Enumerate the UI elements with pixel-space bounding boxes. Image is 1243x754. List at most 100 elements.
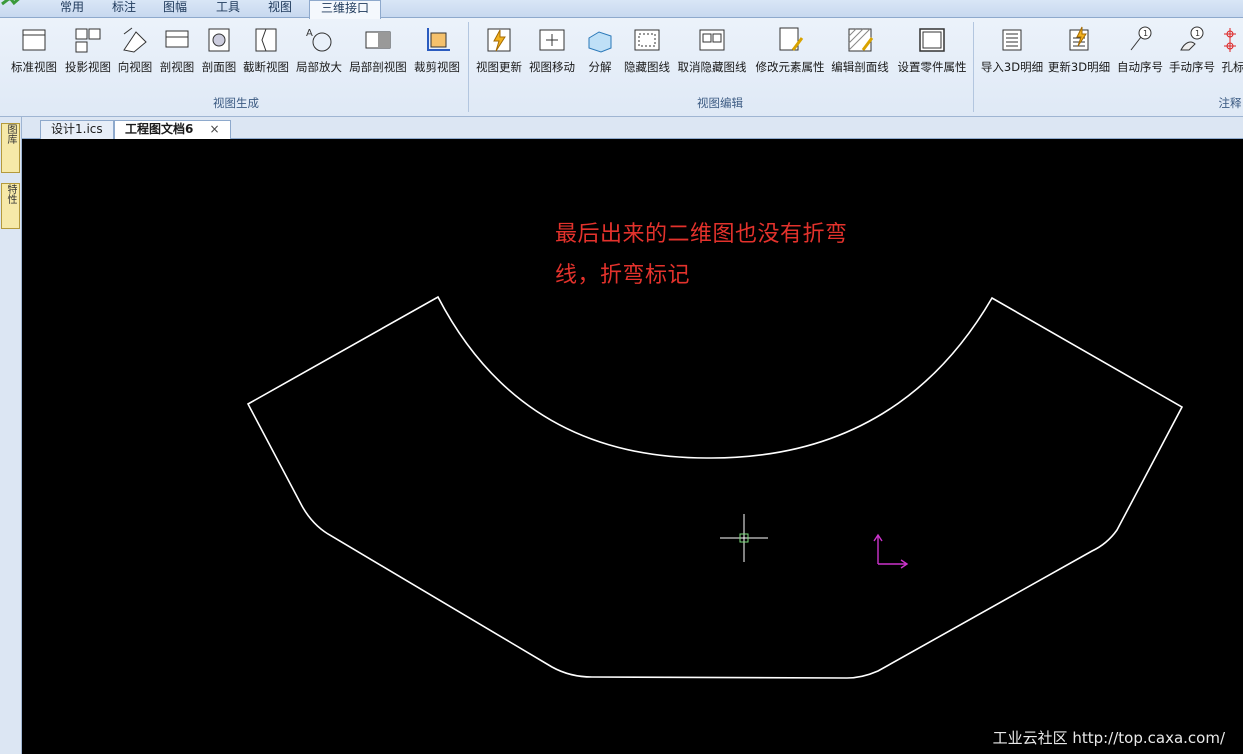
- edit-hatch-label: 编辑剖面线: [831, 60, 889, 74]
- ribbon: 常用 标注 图幅 工具 视图 三维接口 标准视图 投影视图 向视图 剖视图 剖面…: [0, 0, 1243, 117]
- section-view-icon: [165, 30, 189, 48]
- set-part-props-label: 设置零件属性: [897, 60, 967, 74]
- hole-callout-label: 孔标: [1221, 60, 1243, 74]
- group-title-view-edit: 视图编辑: [697, 96, 743, 110]
- hole-callout-icon: [1224, 28, 1236, 52]
- set-part-props-icon: [919, 28, 945, 52]
- group-separator: [468, 22, 469, 112]
- section-drawing-icon: [208, 28, 230, 52]
- explode-button[interactable]: 分解: [580, 24, 620, 80]
- ucs-axis-icon: [873, 533, 909, 569]
- svg-text:A: A: [306, 28, 313, 39]
- projection-view-label: 投影视图: [65, 60, 111, 74]
- annotation-line-2: 线，折弯标记: [555, 263, 691, 288]
- left-side-panel: 图库 特性: [0, 117, 22, 754]
- tab-common[interactable]: 常用: [50, 0, 94, 18]
- side-tab-library[interactable]: 图库: [1, 123, 20, 173]
- partial-section-label: 局部剖视图: [349, 60, 407, 74]
- view-move-button[interactable]: 视图移动: [526, 24, 578, 80]
- update-3d-bom-icon: [1069, 26, 1089, 51]
- tab-view[interactable]: 视图: [258, 0, 302, 18]
- edit-hatch-icon: [848, 28, 874, 52]
- tab-sheet[interactable]: 图幅: [153, 0, 197, 18]
- doc-tab-drawing6[interactable]: 工程图文档6 ×: [114, 120, 231, 140]
- modify-element-props-icon: [779, 27, 804, 51]
- broken-view-button[interactable]: 截断视图: [240, 24, 292, 80]
- hide-lines-label: 隐藏图线: [624, 60, 670, 74]
- tab-3d-interface[interactable]: 三维接口: [309, 0, 381, 19]
- direction-view-button[interactable]: 向视图: [114, 24, 156, 80]
- edit-hatch-button[interactable]: 编辑剖面线: [828, 24, 892, 80]
- update-3d-bom-button[interactable]: 更新3D明细: [1046, 24, 1112, 80]
- unhide-lines-icon: [699, 29, 725, 51]
- crop-view-icon: [427, 28, 450, 51]
- detail-zoom-button[interactable]: A 局部放大: [292, 24, 346, 80]
- view-update-icon: [487, 28, 511, 52]
- manual-balloon-button[interactable]: 1 手动序号: [1166, 24, 1218, 80]
- crosshair-cursor: [720, 514, 768, 562]
- section-drawing-label: 剖面图: [201, 60, 237, 74]
- group-title-annotation: 注释: [1218, 96, 1242, 110]
- side-tab-properties-label: 特性: [5, 184, 16, 204]
- crop-view-button[interactable]: 裁剪视图: [410, 24, 464, 80]
- standard-view-button[interactable]: 标准视图: [6, 24, 62, 80]
- hide-lines-icon: [634, 29, 660, 51]
- view-move-icon: [539, 29, 565, 51]
- side-tab-library-label: 图库: [5, 124, 16, 144]
- annotation-line-1: 最后出来的二维图也没有折弯: [555, 222, 848, 247]
- import-3d-bom-label: 导入3D明细: [980, 60, 1044, 74]
- update-3d-bom-label: 更新3D明细: [1047, 60, 1111, 74]
- unfolded-part-outline[interactable]: [246, 295, 1184, 679]
- explode-label: 分解: [588, 60, 612, 74]
- svg-text:1: 1: [1143, 29, 1148, 38]
- partial-section-button[interactable]: 局部剖视图: [346, 24, 410, 80]
- partial-section-icon: [365, 31, 391, 49]
- modify-element-props-button[interactable]: 修改元素属性: [752, 24, 828, 80]
- doc-tab-design1-label: 设计1.ics: [51, 122, 103, 136]
- drawing-canvas[interactable]: 最后出来的二维图也没有折弯 线，折弯标记 工业云社区 http://top.ca…: [22, 139, 1243, 754]
- group-separator: [973, 22, 974, 112]
- detail-zoom-icon: A: [306, 28, 332, 52]
- auto-balloon-button[interactable]: 1 自动序号: [1114, 24, 1166, 80]
- close-icon[interactable]: ×: [210, 121, 220, 138]
- detail-zoom-label: 局部放大: [296, 60, 342, 74]
- document-tabbar: 设计1.ics 工程图文档6 ×: [22, 117, 1243, 140]
- auto-balloon-label: 自动序号: [1117, 60, 1163, 74]
- doc-tab-drawing6-label: 工程图文档6: [125, 122, 194, 136]
- side-tab-properties[interactable]: 特性: [1, 183, 20, 229]
- direction-view-label: 向视图: [117, 60, 153, 74]
- view-update-button[interactable]: 视图更新: [472, 24, 526, 80]
- explode-icon: [588, 31, 612, 53]
- import-3d-bom-button[interactable]: 导入3D明细: [979, 24, 1045, 80]
- svg-text:1: 1: [1195, 29, 1200, 38]
- import-3d-bom-icon: [1002, 29, 1022, 51]
- unhide-lines-button[interactable]: 取消隐藏图线: [674, 24, 750, 80]
- manual-balloon-icon: 1: [1180, 26, 1204, 51]
- group-title-view-generation: 视图生成: [213, 96, 259, 110]
- set-part-props-button[interactable]: 设置零件属性: [894, 24, 970, 80]
- standard-view-label: 标准视图: [11, 60, 57, 74]
- broken-view-icon: [255, 28, 277, 52]
- broken-view-label: 截断视图: [243, 60, 289, 74]
- manual-balloon-label: 手动序号: [1169, 60, 1215, 74]
- hole-callout-button[interactable]: 孔标: [1218, 24, 1243, 80]
- view-move-label: 视图移动: [529, 60, 575, 74]
- hide-lines-button[interactable]: 隐藏图线: [620, 24, 674, 80]
- watermark-text: 工业云社区 http://top.caxa.com/: [992, 729, 1225, 747]
- view-update-label: 视图更新: [476, 60, 522, 74]
- app-logo-icon[interactable]: [0, 0, 28, 10]
- crop-view-label: 裁剪视图: [414, 60, 460, 74]
- auto-balloon-icon: 1: [1130, 26, 1152, 51]
- tab-tools[interactable]: 工具: [205, 0, 251, 18]
- ribbon-tabstrip: 常用 标注 图幅 工具 视图 三维接口: [0, 0, 1243, 19]
- projection-view-icon: [75, 28, 101, 53]
- tab-annotate[interactable]: 标注: [102, 0, 146, 18]
- section-view-button[interactable]: 剖视图: [156, 24, 198, 80]
- modify-element-props-label: 修改元素属性: [755, 60, 825, 74]
- section-drawing-button[interactable]: 剖面图: [198, 24, 240, 80]
- doc-tab-design1[interactable]: 设计1.ics: [40, 120, 114, 139]
- projection-view-button[interactable]: 投影视图: [62, 24, 114, 80]
- unhide-lines-label: 取消隐藏图线: [677, 60, 747, 74]
- direction-view-icon: [123, 27, 147, 53]
- standard-view-icon: [22, 29, 46, 51]
